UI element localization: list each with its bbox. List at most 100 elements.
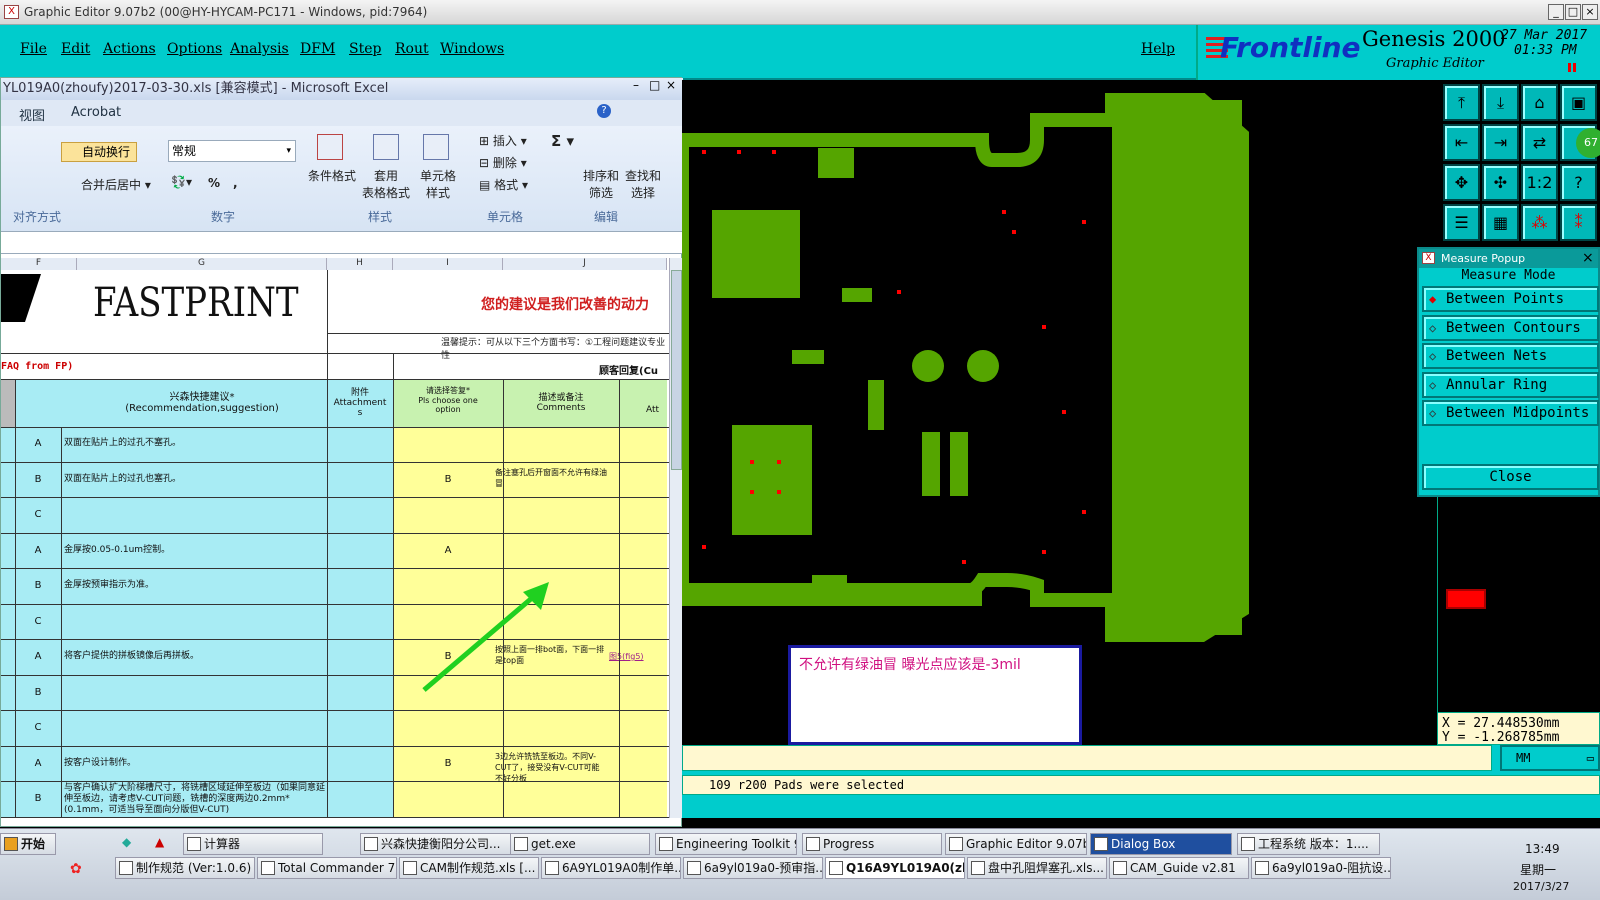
excel-close-icon[interactable]: ×: [666, 78, 676, 92]
table-row[interactable]: B 金厚按预审指示为准。: [1, 569, 669, 605]
layers-icon[interactable]: ☰: [1443, 204, 1480, 241]
maximize-icon[interactable]: □: [1565, 4, 1581, 20]
popup-close-icon[interactable]: ×: [1582, 249, 1594, 268]
pcb-canvas[interactable]: 不允许有绿油冒 曝光点应该是-3mil: [682, 80, 1432, 745]
excel-maximize-icon[interactable]: □: [649, 78, 660, 92]
taskbar-item[interactable]: 6a9yl019a0-阻抗设...: [1251, 857, 1391, 879]
format-button[interactable]: ▤ 格式 ▾: [479, 176, 528, 193]
sum-icon[interactable]: Σ ▾: [551, 132, 574, 150]
scale-1-2-button[interactable]: 1:2: [1521, 164, 1558, 201]
comment-text[interactable]: 3边允许铣铣至板边。不同V-CUT了，接受没有V-CUT可能不好分板: [495, 751, 607, 784]
help-button[interactable]: ?: [1560, 164, 1597, 201]
conditional-format-button[interactable]: 条件格式: [307, 167, 357, 184]
menu-actions[interactable]: Actions: [103, 41, 156, 57]
choice-value[interactable]: B: [393, 474, 503, 485]
merge-center-button[interactable]: 合并后居中 ▾: [65, 176, 151, 193]
upload-icon[interactable]: ⤒: [1443, 84, 1480, 121]
taskbar-item[interactable]: Total Commander 7.0...: [257, 857, 397, 879]
menu-edit[interactable]: Edit: [61, 41, 90, 57]
menu-help[interactable]: Help: [1141, 41, 1175, 57]
number-format-select[interactable]: 常规 ▾: [168, 140, 296, 162]
menu-step[interactable]: Step: [349, 41, 381, 57]
net-compare-icon[interactable]: ⁑: [1560, 204, 1597, 241]
col-header-j[interactable]: J: [503, 258, 667, 270]
quicklaunch-icon[interactable]: ◆: [122, 835, 131, 849]
taskbar-item[interactable]: Dialog Box: [1090, 833, 1232, 855]
sort-filter-button[interactable]: 排序和 筛选: [581, 167, 621, 201]
measure-mode-between-points[interactable]: ◆ Between Points: [1422, 286, 1599, 312]
taskbar-item[interactable]: 制作规范 (Ver:1.0.6): [115, 857, 255, 879]
table-row[interactable]: C: [1, 605, 669, 640]
net-icon[interactable]: ⁂: [1521, 204, 1558, 241]
table-format-button[interactable]: 套用 表格格式: [356, 167, 416, 201]
taskbar-item[interactable]: 兴森快捷衡阳分公司...: [360, 833, 535, 855]
col-header-i[interactable]: I: [393, 258, 503, 270]
taskbar-item[interactable]: CAM制作规范.xls [...: [399, 857, 539, 879]
ribbon-help-icon[interactable]: ?: [597, 104, 611, 118]
units-select[interactable]: MM ▭: [1500, 745, 1600, 771]
zoom-fit-icon[interactable]: ✥: [1443, 164, 1480, 201]
col-header-h[interactable]: H: [327, 258, 393, 270]
insert-button[interactable]: ⊞ 插入 ▾: [479, 132, 527, 149]
choice-value[interactable]: B: [393, 758, 503, 769]
measure-mode-between-midpoints[interactable]: ◇ Between Midpoints: [1422, 400, 1599, 426]
taskbar-item[interactable]: Graphic Editor 9.07b2 ...: [945, 833, 1087, 855]
menu-rout[interactable]: Rout: [395, 41, 429, 57]
table-row[interactable]: B 与客户确认扩大阶梯槽尺寸，将铣槽区域延伸至板边（如果同意延伸至板边，请考虑V-…: [1, 782, 669, 818]
taskbar-item[interactable]: 6a9yl019a0-预审指...: [683, 857, 823, 879]
export-icon[interactable]: ⇥: [1482, 124, 1519, 161]
close-icon[interactable]: ×: [1582, 4, 1598, 20]
tab-acrobat[interactable]: Acrobat: [71, 105, 121, 120]
command-input[interactable]: [682, 745, 1492, 771]
delete-button[interactable]: ⊟ 删除 ▾: [479, 154, 527, 171]
import-icon[interactable]: ⇤: [1443, 124, 1480, 161]
percent-button[interactable]: %: [208, 176, 220, 190]
table-row[interactable]: A 双面在贴片上的过孔不塞孔。: [1, 427, 669, 463]
taskbar-item[interactable]: 6A9YL019A0制作单....: [541, 857, 681, 879]
window-frame-icon[interactable]: ▣: [1560, 84, 1597, 121]
grid-icon[interactable]: ▦: [1482, 204, 1519, 241]
pause-icon[interactable]: [1568, 63, 1576, 72]
wrap-text-button[interactable]: 自动换行: [61, 142, 137, 162]
start-button[interactable]: 开始: [0, 833, 56, 855]
choice-value[interactable]: A: [393, 545, 503, 556]
attachment-link[interactable]: 图5(fig5): [609, 651, 644, 662]
minimize-icon[interactable]: _: [1548, 4, 1564, 20]
menu-file[interactable]: File: [20, 41, 47, 57]
col-header-g[interactable]: G: [77, 258, 327, 270]
scrollbar-thumb[interactable]: [671, 270, 682, 470]
measure-mode-between-contours[interactable]: ◇ Between Contours: [1422, 314, 1599, 341]
taskbar-item[interactable]: CAM_Guide v2.81: [1109, 857, 1249, 879]
formula-bar[interactable]: [1, 232, 683, 254]
pdf-icon[interactable]: ▲: [155, 835, 164, 849]
col-header-f[interactable]: F: [1, 258, 77, 270]
measure-mode-annular-ring[interactable]: ◇ Annular Ring: [1422, 371, 1599, 398]
find-select-button[interactable]: 查找和 选择: [621, 167, 665, 201]
comma-button[interactable]: ,: [233, 176, 238, 190]
fit-window-icon[interactable]: ⇄: [1521, 124, 1558, 161]
taskbar-item[interactable]: 工程系统 版本：1....: [1237, 833, 1380, 855]
vertical-scrollbar[interactable]: [669, 258, 683, 818]
excel-minimize-icon[interactable]: –: [633, 78, 639, 92]
taskbar-item[interactable]: get.exe: [510, 833, 650, 855]
green-badge-icon[interactable]: 67: [1560, 124, 1600, 161]
red-selection-marker[interactable]: [1446, 589, 1486, 609]
colorful-icon[interactable]: ✿: [70, 861, 82, 877]
measure-close-button[interactable]: Close: [1422, 464, 1599, 490]
cell-style-button[interactable]: 单元格 样式: [416, 167, 460, 201]
menu-windows[interactable]: Windows: [440, 41, 504, 57]
menu-analysis[interactable]: Analysis: [230, 41, 289, 57]
tab-view[interactable]: 视图: [19, 105, 45, 124]
table-row[interactable]: A 按客户设计制作。 B 3边允许铣铣至板边。不同V-CUT了，接受没有V-CUT可能…: [1, 747, 669, 783]
currency-icon[interactable]: 💱▾: [171, 175, 192, 189]
table-row[interactable]: B: [1, 676, 669, 711]
table-row[interactable]: C: [1, 711, 669, 747]
table-row[interactable]: C: [1, 498, 669, 534]
table-row[interactable]: B 双面在贴片上的过孔也塞孔。 B 备注塞孔后开窗面不允许有绿油冒: [1, 463, 669, 498]
download-icon[interactable]: ⤓: [1482, 84, 1519, 121]
taskbar-item[interactable]: Q16A9YL019A0(zh...: [825, 857, 965, 879]
taskbar-item[interactable]: 计算器: [183, 833, 323, 855]
taskbar-item[interactable]: Engineering Toolkit 9....: [655, 833, 797, 855]
home-icon[interactable]: ⌂: [1521, 84, 1558, 121]
taskbar-item[interactable]: 盘中孔阻焊塞孔.xls...: [967, 857, 1107, 879]
